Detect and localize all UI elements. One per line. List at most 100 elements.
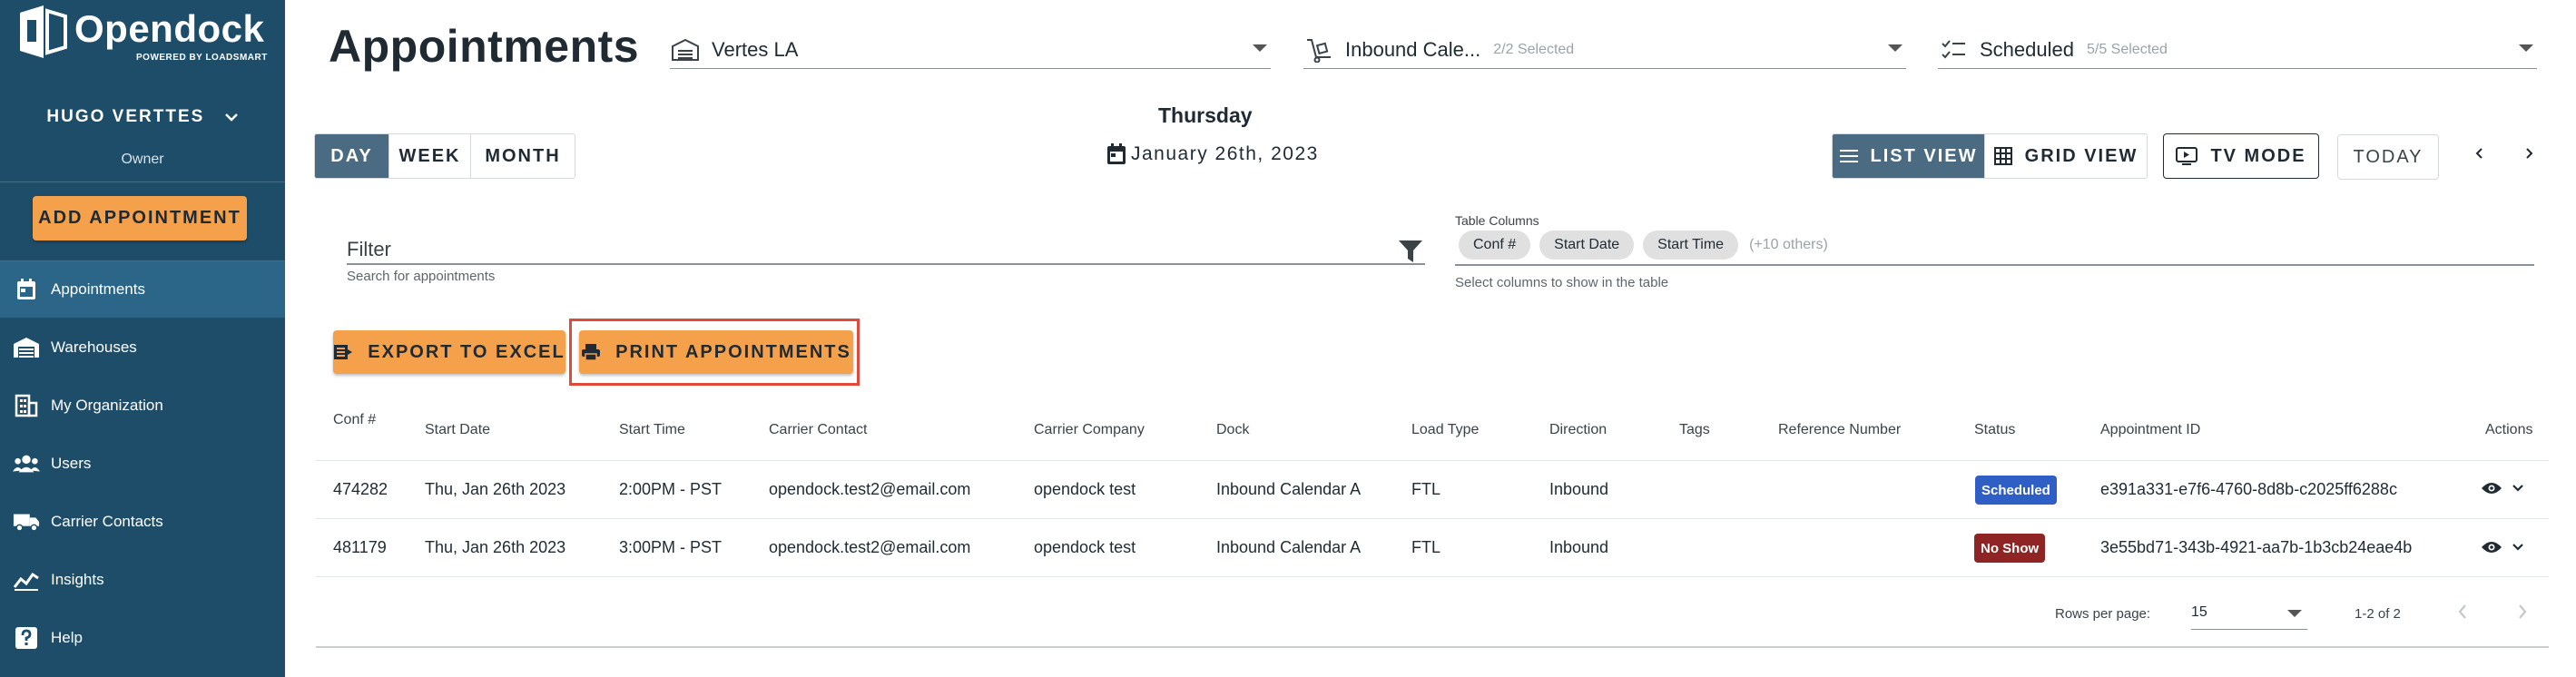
table-header-divider <box>316 460 2549 461</box>
column-header-conf[interactable]: Conf # <box>333 412 376 428</box>
next-page-icon[interactable] <box>2516 601 2529 623</box>
sidebar-item-label: Help <box>51 629 83 646</box>
sidebar-item-users[interactable]: Users <box>0 436 285 492</box>
chart-line-icon <box>13 566 40 594</box>
filter-input[interactable]: Filter <box>347 238 391 261</box>
table-columns-select[interactable]: Conf # Start Date Start Time (+10 others… <box>1459 231 1828 260</box>
grid-icon <box>1993 147 2012 165</box>
range-month-button[interactable]: MONTH <box>471 134 575 178</box>
calendar-select[interactable]: Inbound Cale... 2/2 Selected <box>1303 31 1906 69</box>
column-header-dock[interactable]: Dock <box>1216 422 1249 438</box>
sidebar-item-label: Users <box>51 455 92 472</box>
column-header-carrier-contact[interactable]: Carrier Contact <box>769 422 867 438</box>
warehouse-select[interactable]: Vertes LA <box>670 31 1271 69</box>
dolly-icon <box>1303 34 1334 65</box>
opendock-logo[interactable]: Opendock POWERED BY LOADSMART <box>16 4 270 67</box>
sidebar-item-label: Carrier Contacts <box>51 513 163 530</box>
warehouse-select-value: Vertes LA <box>712 37 799 61</box>
pagination-range: 1-2 of 2 <box>2355 606 2401 622</box>
sidebar-item-my-organization[interactable]: My Organization <box>0 378 285 434</box>
export-to-excel-label: EXPORT TO EXCEL <box>368 341 565 362</box>
sidebar-item-appointments[interactable]: Appointments <box>0 261 285 318</box>
eye-icon[interactable] <box>2481 540 2502 554</box>
filter-icon[interactable] <box>1398 240 1423 263</box>
range-week-button[interactable]: WEEK <box>389 134 471 178</box>
status-badge: Scheduled <box>1975 476 2057 505</box>
user-menu[interactable]: HUGO VERTTES <box>0 107 285 127</box>
tv-mode-label: TV MODE <box>2210 145 2306 166</box>
table-row-divider <box>316 518 2549 519</box>
highlight-annotation <box>569 319 860 386</box>
export-to-excel-button[interactable]: EXPORT TO EXCEL <box>333 330 565 374</box>
column-header-load-type[interactable]: Load Type <box>1411 422 1479 438</box>
date-picker[interactable]: January 26th, 2023 <box>1106 142 1319 166</box>
sidebar-item-insights[interactable]: Insights <box>0 552 285 608</box>
column-header-tags[interactable]: Tags <box>1679 422 1710 438</box>
list-view-button[interactable]: LIST VIEW <box>1833 134 1985 178</box>
cell-carrier-company: opendock test <box>1034 538 1136 556</box>
previous-page-icon[interactable] <box>2456 601 2469 623</box>
calendar-select-value: Inbound Cale... <box>1345 37 1481 61</box>
row-actions <box>2481 540 2524 554</box>
tv-mode-button[interactable]: TV MODE <box>2163 133 2319 179</box>
cell-start-time: 3:00PM - PST <box>619 538 723 556</box>
chevron-down-icon <box>2287 610 2302 617</box>
calendar-icon <box>1107 143 1126 164</box>
eye-icon[interactable] <box>2481 481 2502 495</box>
cell-conf: 474282 <box>333 480 388 498</box>
column-header-start-date[interactable]: Start Date <box>425 422 490 438</box>
range-day-button[interactable]: DAY <box>315 134 389 178</box>
tv-icon <box>2176 147 2198 165</box>
list-icon <box>1839 150 1858 162</box>
row-actions <box>2481 481 2524 495</box>
cell-carrier-contact: opendock.test2@email.com <box>769 480 971 498</box>
column-chip[interactable]: Start Time <box>1643 231 1739 260</box>
range-toggle: DAY WEEK MONTH <box>314 133 575 179</box>
help-icon <box>13 624 40 652</box>
column-header-direction[interactable]: Direction <box>1549 422 1607 438</box>
brand-name: Opendock <box>74 7 265 50</box>
truck-icon <box>13 508 40 535</box>
checklist-icon <box>1938 34 1969 65</box>
table-columns-hint: Select columns to show in the table <box>1455 275 1669 290</box>
selected-day-name: Thursday <box>1158 103 1253 127</box>
rows-per-page-value: 15 <box>2191 604 2207 620</box>
add-appointment-button[interactable]: ADD APPOINTMENT <box>33 196 247 240</box>
column-header-start-time[interactable]: Start Time <box>619 422 685 438</box>
chevron-down-icon <box>1888 44 1903 52</box>
column-header-status[interactable]: Status <box>1974 422 2015 438</box>
building-icon <box>13 392 40 419</box>
cell-dock: Inbound Calendar A <box>1216 538 1362 556</box>
column-header-reference-number[interactable]: Reference Number <box>1778 422 1901 438</box>
column-chip[interactable]: Conf # <box>1459 231 1531 260</box>
view-toggle: LIST VIEW GRID VIEW <box>1832 133 2148 179</box>
chevron-down-icon[interactable] <box>2512 543 2524 552</box>
today-button[interactable]: TODAY <box>2337 134 2439 180</box>
chevron-left-icon[interactable] <box>2474 145 2485 162</box>
cell-direction: Inbound <box>1549 538 1609 556</box>
column-header-appointment-id[interactable]: Appointment ID <box>2100 422 2200 438</box>
sidebar-item-carrier-contacts[interactable]: Carrier Contacts <box>0 494 285 550</box>
status-select[interactable]: Scheduled 5/5 Selected <box>1938 31 2537 69</box>
user-role: Owner <box>121 152 164 167</box>
cell-conf: 481179 <box>333 538 387 556</box>
column-chip[interactable]: Start Date <box>1539 231 1635 260</box>
cell-appointment-id: e391a331-e7f6-4760-8d8b-c2025ff6288c <box>2100 480 2397 498</box>
chevron-down-icon <box>1253 44 1267 52</box>
sidebar-item-warehouses[interactable]: Warehouses <box>0 319 285 376</box>
grid-view-label: GRID VIEW <box>2024 145 2138 166</box>
chevron-down-icon[interactable] <box>2512 484 2524 493</box>
filter-underline <box>347 263 1425 265</box>
list-view-label: LIST VIEW <box>1870 145 1978 166</box>
sidebar-item-help[interactable]: Help <box>0 610 285 666</box>
rows-per-page-select[interactable]: 15 <box>2191 601 2307 630</box>
cell-appointment-id: 3e55bd71-343b-4921-aa7b-1b3cb24eae4b <box>2100 538 2413 556</box>
column-header-carrier-company[interactable]: Carrier Company <box>1034 422 1145 438</box>
table-columns-label: Table Columns <box>1455 213 1539 228</box>
chevron-right-icon[interactable] <box>2523 145 2534 162</box>
grid-view-button[interactable]: GRID VIEW <box>1985 134 2147 178</box>
users-icon <box>13 450 40 477</box>
chevron-down-icon <box>224 113 238 122</box>
cell-start-date: Thu, Jan 26th 2023 <box>425 538 566 556</box>
warehouse-icon <box>670 34 701 65</box>
